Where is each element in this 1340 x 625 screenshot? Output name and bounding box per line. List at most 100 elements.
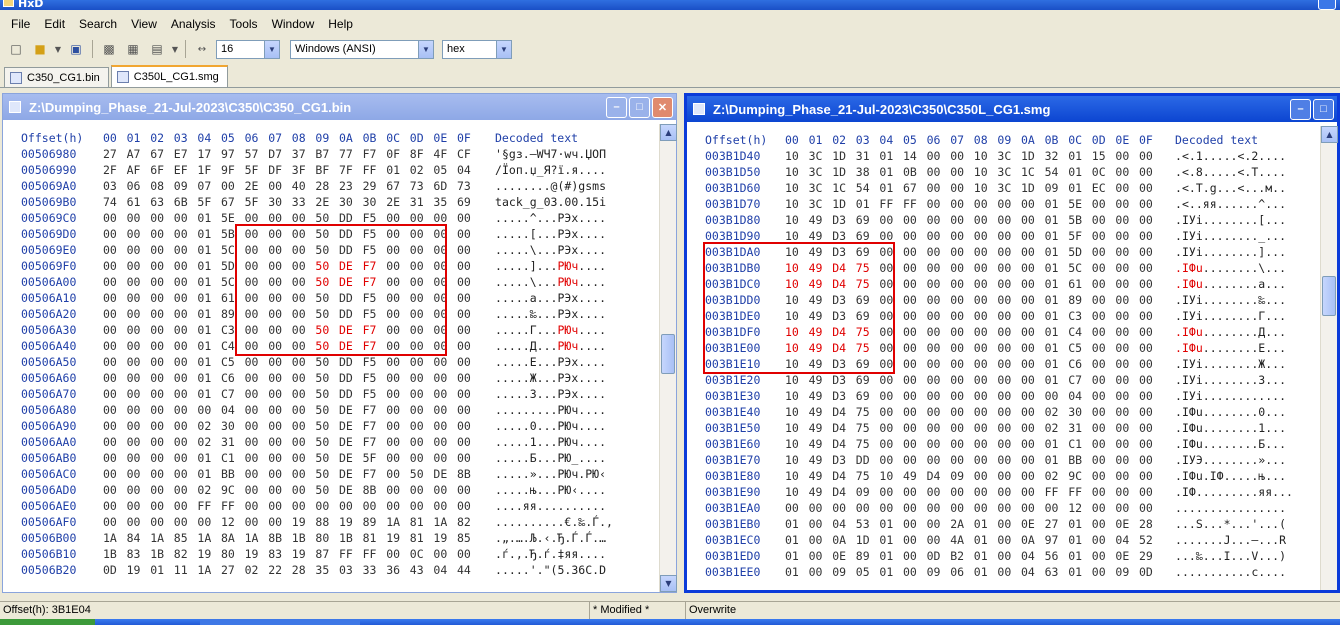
hex-byte[interactable]: 01 — [1045, 292, 1065, 308]
hex-byte[interactable]: 01 — [1045, 260, 1065, 276]
hex-byte[interactable]: 31 — [410, 194, 430, 210]
decoded-text[interactable]: .....Д...PЮч.... — [495, 338, 606, 354]
hex-byte[interactable]: 00 — [245, 258, 265, 274]
hex-byte[interactable]: 00 — [1021, 196, 1041, 212]
hex-byte[interactable]: 00 — [103, 466, 123, 482]
hex-byte[interactable]: 00 — [974, 228, 994, 244]
hex-byte[interactable]: 19 — [245, 546, 265, 562]
hex-byte[interactable]: 01 — [879, 180, 899, 196]
hex-byte[interactable]: D3 — [832, 228, 852, 244]
hex-byte[interactable]: 00 — [927, 164, 947, 180]
decoded-text[interactable]: ...........c.... — [1175, 564, 1286, 580]
hex-byte[interactable]: 00 — [1139, 340, 1159, 356]
hex-byte[interactable]: 1C — [1021, 164, 1041, 180]
hex-byte[interactable]: 00 — [1021, 484, 1041, 500]
hex-byte[interactable]: 00 — [433, 418, 453, 434]
hex-byte[interactable]: 00 — [1092, 196, 1112, 212]
hex-byte[interactable]: 00 — [997, 276, 1017, 292]
hex-byte[interactable]: 00 — [386, 258, 406, 274]
hex-byte[interactable]: 00 — [1139, 356, 1159, 372]
hex-byte[interactable]: 19 — [339, 514, 359, 530]
hex-byte[interactable]: C6 — [221, 370, 241, 386]
hex-byte[interactable]: 00 — [997, 452, 1017, 468]
hex-byte[interactable]: 00 — [245, 322, 265, 338]
hex-byte[interactable]: 00 — [927, 516, 947, 532]
hex-byte[interactable]: 00 — [879, 340, 899, 356]
menu-file[interactable]: File — [4, 15, 37, 33]
hex-byte[interactable]: 00 — [127, 418, 147, 434]
hex-byte[interactable]: 00 — [903, 260, 923, 276]
hex-byte[interactable]: 00 — [903, 548, 923, 564]
hex-byte[interactable]: 00 — [1092, 564, 1112, 580]
hex-byte[interactable]: 00 — [974, 388, 994, 404]
hex-byte[interactable]: 49 — [809, 484, 829, 500]
hex-byte[interactable]: 00 — [950, 500, 970, 516]
hex-byte[interactable]: 97 — [1045, 532, 1065, 548]
hex-byte[interactable]: 01 — [1045, 340, 1065, 356]
hex-byte[interactable]: 00 — [245, 450, 265, 466]
menu-window[interactable]: Window — [265, 15, 322, 33]
hex-byte[interactable]: 00 — [997, 548, 1017, 564]
menu-search[interactable]: Search — [72, 15, 124, 33]
decoded-text[interactable]: .IУЭ........»... — [1175, 452, 1286, 468]
hex-byte[interactable]: 00 — [103, 434, 123, 450]
hex-byte[interactable]: 00 — [950, 420, 970, 436]
hex-byte[interactable]: C1 — [1068, 436, 1088, 452]
hex-byte[interactable]: D4 — [832, 484, 852, 500]
hex-byte[interactable]: 00 — [245, 466, 265, 482]
hex-byte[interactable]: 00 — [245, 418, 265, 434]
decoded-text[interactable]: .....»...PЮч.PЮ‹ — [495, 466, 606, 482]
hex-byte[interactable]: 00 — [997, 420, 1017, 436]
hex-byte[interactable]: 00 — [386, 498, 406, 514]
hex-byte[interactable]: 00 — [927, 404, 947, 420]
hex-byte[interactable]: 00 — [1092, 276, 1112, 292]
hex-byte[interactable]: DD — [339, 386, 359, 402]
hex-byte[interactable]: 00 — [103, 402, 123, 418]
hex-byte[interactable]: 01 — [879, 148, 899, 164]
hex-byte[interactable]: 49 — [903, 468, 923, 484]
hex-byte[interactable]: 00 — [879, 356, 899, 372]
hex-byte[interactable]: D3 — [832, 372, 852, 388]
hex-byte[interactable]: 00 — [1139, 196, 1159, 212]
hex-byte[interactable]: 10 — [785, 484, 805, 500]
hex-byte[interactable]: 00 — [1021, 244, 1041, 260]
hex-row[interactable]: 003B1DA0 10 49 D3 69 00 00 00 00 00 00 00 01 5D 00 00 00… — [687, 244, 1319, 260]
hex-byte[interactable]: 1A — [197, 562, 217, 578]
hex-byte[interactable]: 00 — [1115, 308, 1135, 324]
hex-byte[interactable]: 00 — [339, 498, 359, 514]
hex-byte[interactable]: 09 — [856, 484, 876, 500]
hex-byte[interactable]: 1D — [1021, 180, 1041, 196]
right-window-title-bar[interactable]: Z:\Dumping_Phase_21-Jul-2023\C350\C350L_… — [687, 96, 1337, 122]
hex-byte[interactable]: 00 — [950, 484, 970, 500]
hex-byte[interactable]: 0C — [410, 546, 430, 562]
hex-byte[interactable]: 00 — [457, 290, 477, 306]
hex-byte[interactable]: D4 — [832, 404, 852, 420]
hex-byte[interactable]: FF — [903, 196, 923, 212]
hex-byte[interactable]: 2A — [950, 516, 970, 532]
hex-row[interactable]: 003B1DB0 10 49 D4 75 00 00 00 00 00 00 00 01 5C 00 00 00… — [687, 260, 1319, 276]
hex-byte[interactable]: F5 — [363, 242, 383, 258]
hex-byte[interactable]: 01 — [1045, 196, 1065, 212]
hex-byte[interactable]: 00 — [1115, 212, 1135, 228]
hex-byte[interactable]: 00 — [457, 274, 477, 290]
hex-byte[interactable]: 00 — [903, 308, 923, 324]
hex-byte[interactable]: 00 — [1139, 404, 1159, 420]
hex-byte[interactable]: 1A — [197, 530, 217, 546]
hex-byte[interactable]: 33 — [363, 562, 383, 578]
hex-byte[interactable]: 83 — [268, 546, 288, 562]
decoded-text[interactable]: .....\...PЭх.... — [495, 242, 606, 258]
decoded-text[interactable]: ...S...*...'...( — [1175, 516, 1286, 532]
hex-byte[interactable]: 87 — [315, 546, 335, 562]
hex-byte[interactable]: 00 — [245, 306, 265, 322]
hex-byte[interactable]: C3 — [221, 322, 241, 338]
hex-row[interactable]: 00506AA0 00 00 00 00 02 31 00 00 00 50 DE F7 00 00 00 00… — [3, 434, 658, 450]
hex-byte[interactable]: 00 — [386, 482, 406, 498]
hex-byte[interactable]: 01 — [1045, 244, 1065, 260]
hex-byte[interactable]: 10 — [879, 468, 899, 484]
hex-byte[interactable]: 00 — [950, 372, 970, 388]
hex-byte[interactable]: 00 — [879, 452, 899, 468]
hex-byte[interactable]: 0A — [832, 532, 852, 548]
hex-byte[interactable]: 50 — [315, 226, 335, 242]
hex-byte[interactable]: 69 — [856, 212, 876, 228]
hex-byte[interactable]: 57 — [245, 146, 265, 162]
